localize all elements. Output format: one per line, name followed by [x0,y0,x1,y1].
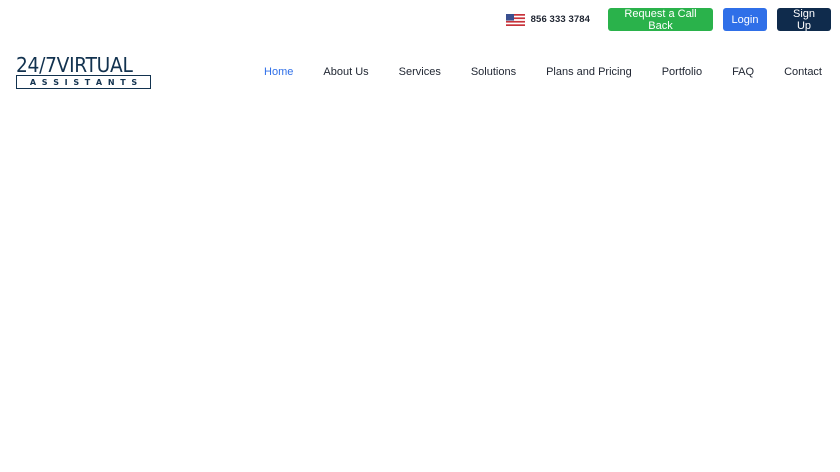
nav-item-contact[interactable]: Contact [784,66,822,78]
nav-item-about-us[interactable]: About Us [323,66,368,78]
nav-item-home[interactable]: Home [264,66,293,78]
logo-letter: S [53,77,59,87]
login-button[interactable]: Login [723,8,767,31]
logo-letter: S [41,77,48,87]
logo-letter: N [107,77,115,87]
nav-item-services[interactable]: Services [399,66,441,78]
logo-letter: A [95,77,103,87]
logo-letter: T [84,77,91,87]
page: 856 333 3784 Request a Call Back Login S… [0,0,840,472]
logo-letter: S [73,77,80,87]
logo-letter: I [64,77,68,87]
us-flag-icon [505,13,525,26]
logo-title: 24/7VIRTUAL [16,53,133,77]
nav-item-solutions[interactable]: Solutions [471,66,516,78]
site-logo[interactable]: 24/7VIRTUAL ASSISTANTS [16,55,153,91]
sign-up-button[interactable]: Sign Up [777,8,831,32]
nav-item-plans-and-pricing[interactable]: Plans and Pricing [546,66,632,78]
logo-subtitle: ASSISTANTS [16,75,151,89]
request-call-back-button[interactable]: Request a Call Back [608,8,713,32]
logo-letter: T [120,77,126,87]
phone-contact[interactable]: 856 333 3784 [505,13,590,26]
nav-item-faq[interactable]: FAQ [732,66,754,78]
logo-letter: A [29,77,37,87]
phone-number[interactable]: 856 333 3784 [531,14,590,25]
main-navigation: Home About Us Services Solutions Plans and P… [234,66,822,78]
logo-letter: S [131,77,138,87]
top-utility-bar: 856 333 3784 Request a Call Back Login S… [505,8,831,32]
nav-item-portfolio[interactable]: Portfolio [662,66,702,78]
